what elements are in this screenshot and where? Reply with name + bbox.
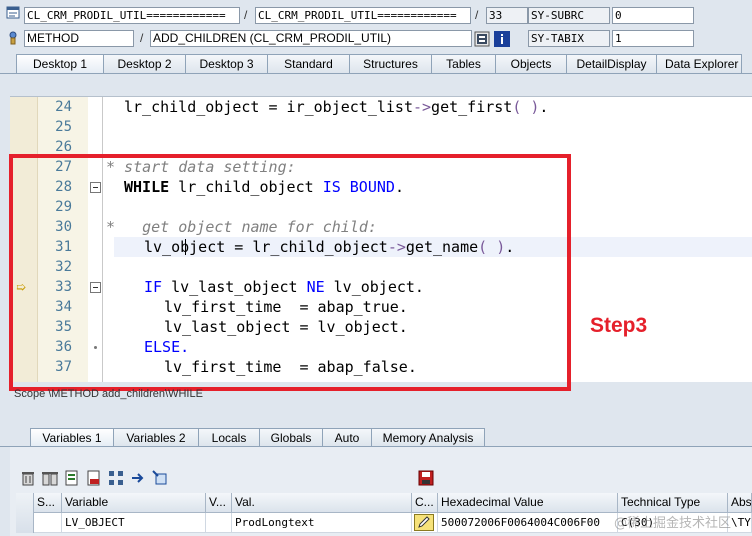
- select-icon[interactable]: [152, 470, 168, 486]
- navigate-icon[interactable]: [130, 470, 146, 486]
- col-header-v[interactable]: V...: [206, 493, 232, 513]
- delete-all-icon[interactable]: [42, 470, 58, 486]
- source-icon[interactable]: [474, 31, 490, 47]
- separator: /: [244, 8, 248, 22]
- code-text: lr_child_object = ir_object_list->get_fi…: [124, 98, 549, 116]
- col-header-variable[interactable]: Variable: [62, 493, 206, 513]
- annotation-box: [9, 154, 571, 391]
- tab-divider: [0, 73, 752, 74]
- save-icon[interactable]: [418, 470, 434, 486]
- col-header-value[interactable]: Val.: [232, 493, 412, 513]
- tab-objects[interactable]: Objects: [495, 54, 567, 74]
- header-row-2: METHOD / ADD_CHILDREN (CL_CRM_PRODIL_UTI…: [0, 26, 752, 50]
- tab-variables-2[interactable]: Variables 2: [113, 428, 199, 447]
- tab-data-explorer[interactable]: Data Explorer: [656, 54, 742, 74]
- col-header-type[interactable]: Technical Type: [618, 493, 728, 513]
- line-number: 25: [55, 119, 72, 135]
- import-icon[interactable]: [64, 470, 80, 486]
- tab-globals[interactable]: Globals: [259, 428, 323, 447]
- code-line: 25: [10, 117, 752, 137]
- cell-abs: \TYPE: [728, 513, 752, 533]
- tab-structures[interactable]: Structures: [349, 54, 432, 74]
- cell-hex: 500072006F0064004C006F00: [438, 513, 618, 533]
- col-header-abs[interactable]: Abso: [728, 493, 752, 513]
- class-icon: [6, 6, 20, 19]
- line-number: 24: [55, 99, 72, 115]
- tab-desktop-2[interactable]: Desktop 2: [103, 54, 186, 74]
- watermark: @稀土掘金技术社区: [614, 516, 732, 531]
- variables-toolbar: [20, 470, 168, 488]
- separator: /: [140, 31, 144, 45]
- col-header-status[interactable]: S...: [34, 493, 62, 513]
- code-line: 24 lr_child_object = ir_object_list->get…: [10, 97, 752, 117]
- tab-auto[interactable]: Auto: [322, 428, 372, 447]
- header-row-1: CL_CRM_PRODIL_UTIL============ / CL_CRM_…: [0, 0, 752, 26]
- scope-text: Scope \METHOD add_children\WHILE: [14, 388, 203, 400]
- include-field[interactable]: CL_CRM_PRODIL_UTIL============: [255, 7, 471, 24]
- cell-change[interactable]: [412, 513, 438, 533]
- row-selector[interactable]: [16, 493, 34, 533]
- sysvar-name-1: SY-SUBRC: [528, 7, 610, 24]
- edit-pencil-icon[interactable]: [414, 514, 434, 531]
- cell-status: [34, 513, 62, 533]
- cell-value[interactable]: ProdLongtext: [232, 513, 412, 533]
- col-header-hex[interactable]: Hexadecimal Value: [438, 493, 618, 513]
- separator: /: [475, 8, 479, 22]
- col-header-change[interactable]: C...: [412, 493, 438, 513]
- variable-tabs: Variables 1 Variables 2 Locals Globals A…: [30, 428, 485, 447]
- save-variables-icon[interactable]: [86, 470, 102, 486]
- method-icon: [9, 31, 17, 45]
- tab-memory-analysis[interactable]: Memory Analysis: [371, 428, 485, 447]
- tab-detail-display[interactable]: DetailDisplay: [566, 54, 657, 74]
- tab-standard[interactable]: Standard: [267, 54, 350, 74]
- delete-icon[interactable]: [20, 470, 36, 486]
- line-number-field[interactable]: 33: [486, 7, 528, 24]
- sysvar-value-2[interactable]: 1: [612, 30, 694, 47]
- desktop-tabs: Desktop 1 Desktop 2 Desktop 3 Standard S…: [16, 54, 742, 74]
- sysvar-name-2: SY-TABIX: [528, 30, 610, 47]
- tab-tables[interactable]: Tables: [431, 54, 496, 74]
- cell-v: [206, 513, 232, 533]
- info-icon[interactable]: [494, 31, 510, 47]
- method-name-field[interactable]: ADD_CHILDREN (CL_CRM_PRODIL_UTIL): [150, 30, 472, 47]
- tab-desktop-1[interactable]: Desktop 1: [16, 54, 104, 74]
- cell-variable[interactable]: LV_OBJECT: [62, 513, 206, 533]
- structure-icon[interactable]: [108, 470, 124, 486]
- sysvar-value-1[interactable]: 0: [612, 7, 694, 24]
- tab-variables-1[interactable]: Variables 1: [30, 428, 114, 447]
- event-type-field[interactable]: METHOD: [24, 30, 134, 47]
- tab-desktop-3[interactable]: Desktop 3: [185, 54, 268, 74]
- annotation-label: Step3: [590, 314, 648, 337]
- tab-locals[interactable]: Locals: [198, 428, 260, 447]
- program-field[interactable]: CL_CRM_PRODIL_UTIL============: [24, 7, 240, 24]
